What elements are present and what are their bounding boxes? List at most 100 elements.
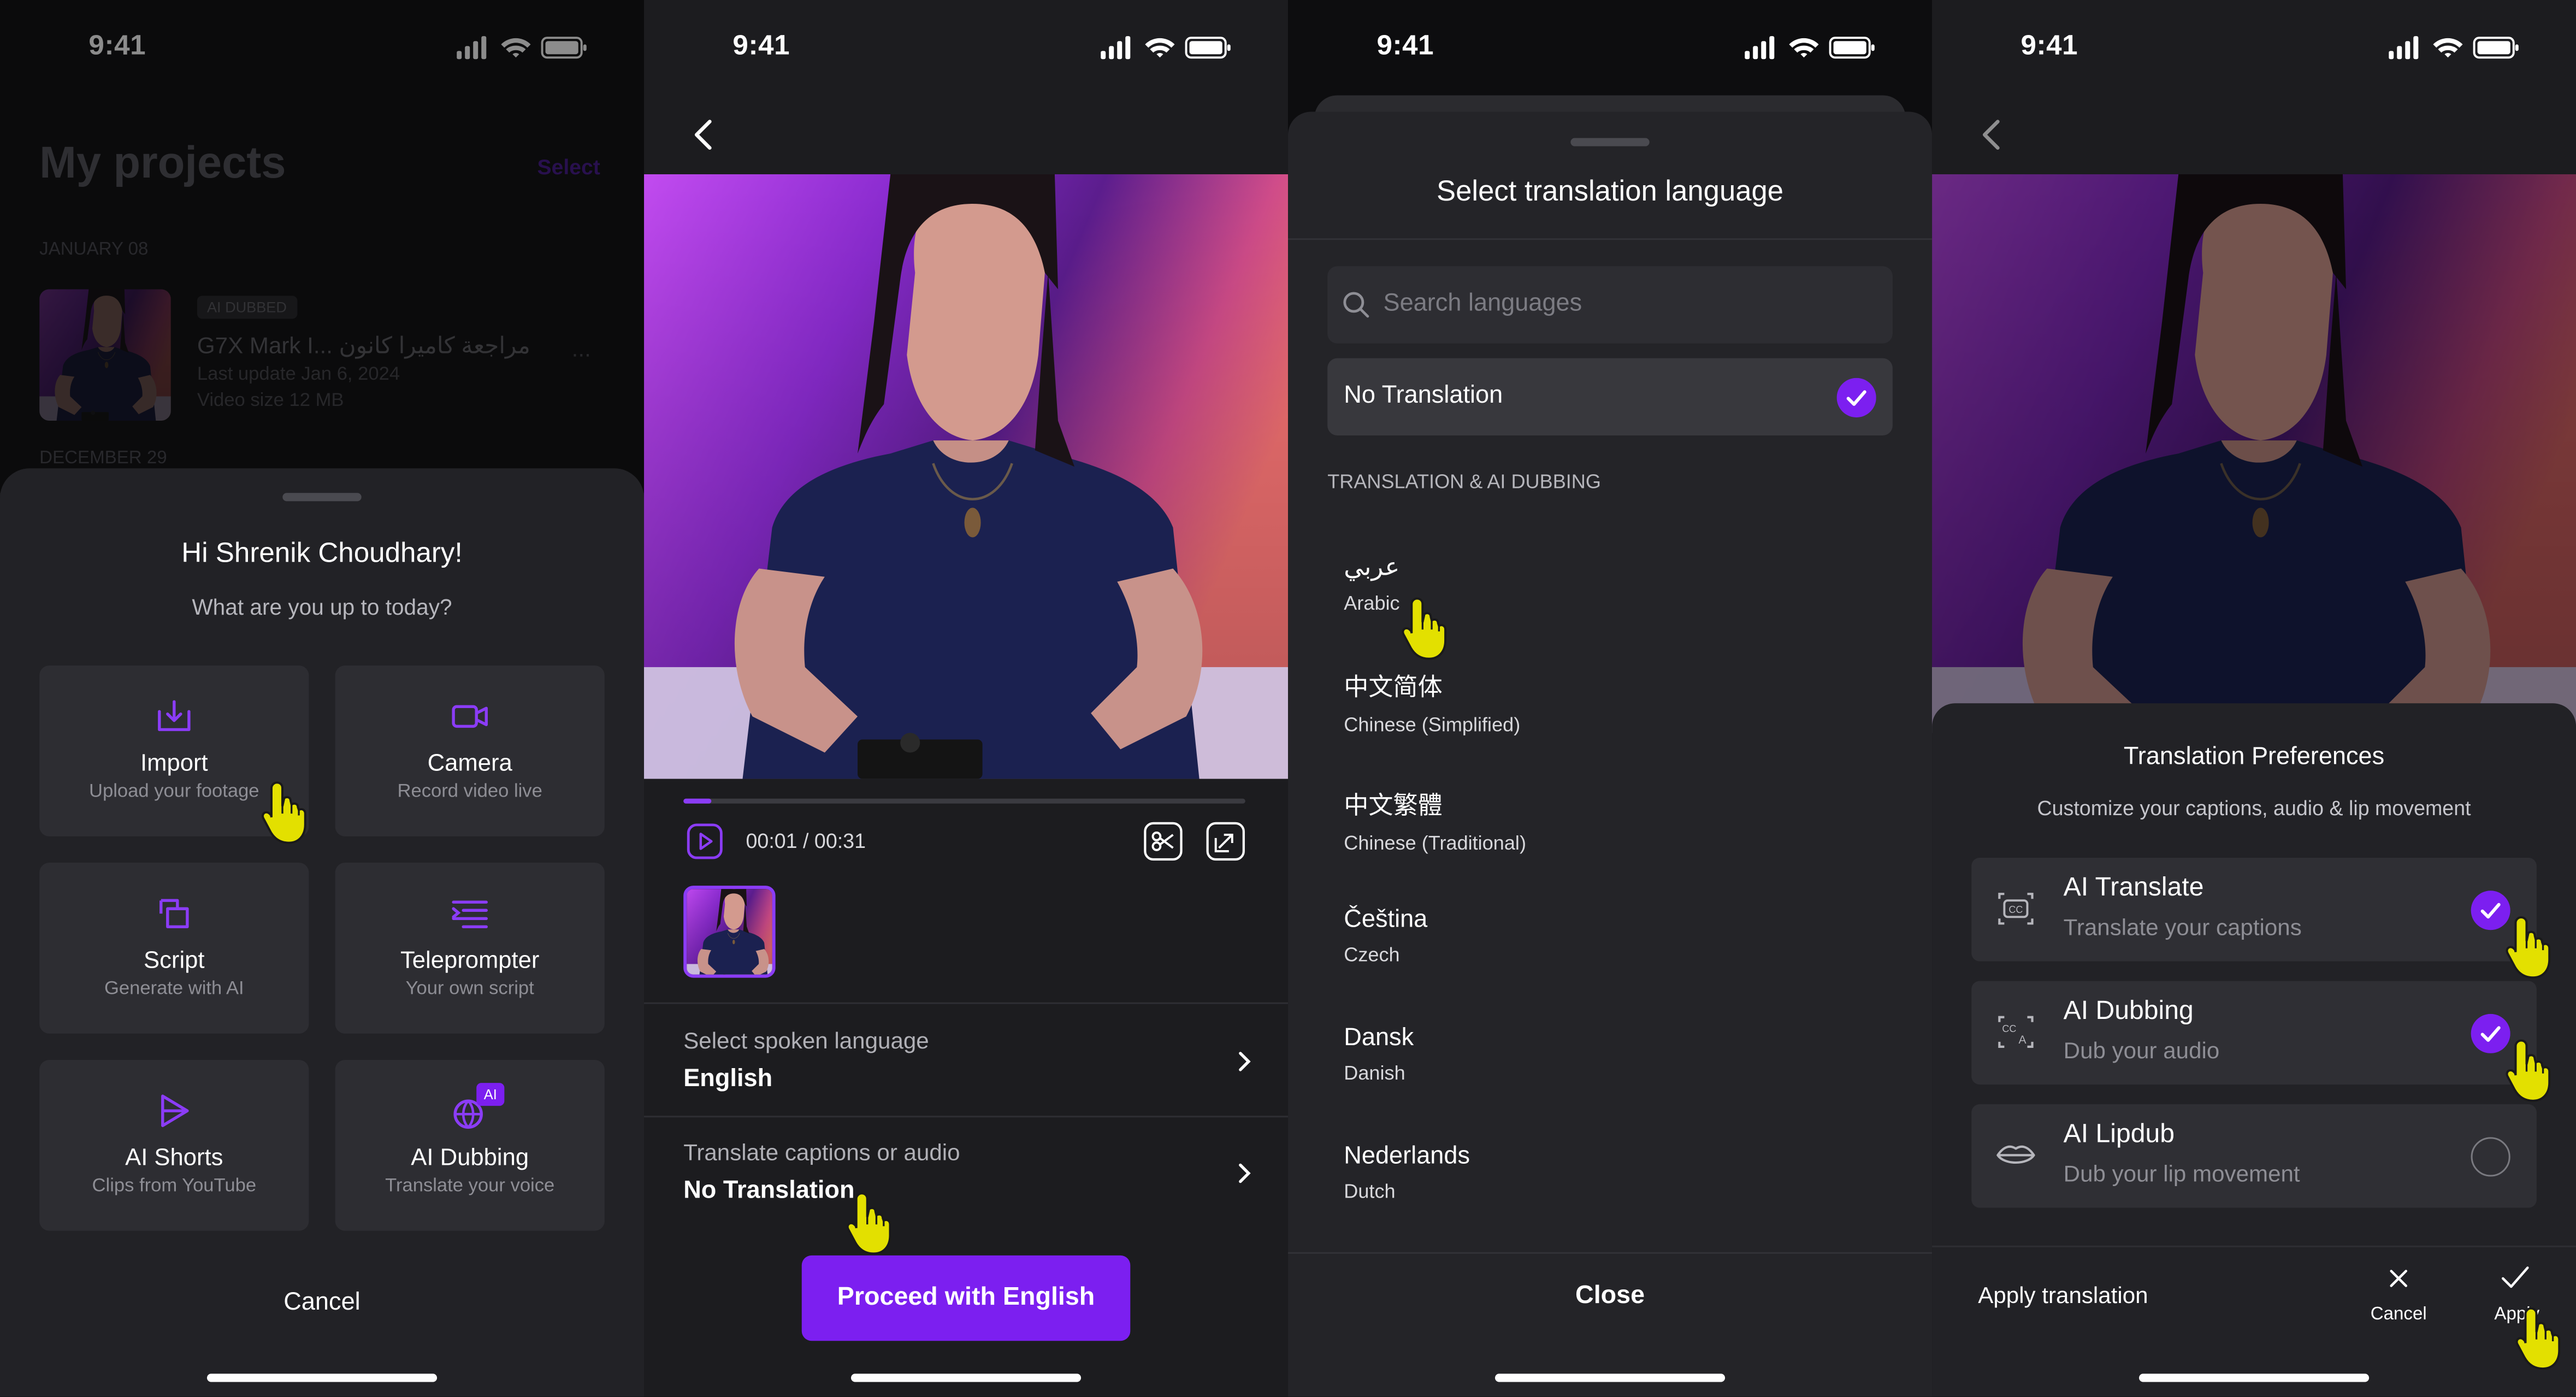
teleprompter-subtitle: Your own script (405, 979, 534, 999)
status-icons (2389, 36, 2519, 60)
ai-dubbing-option[interactable]: CC A AI Dubbing Dub your audio (1971, 981, 2537, 1085)
back-icon[interactable] (1978, 119, 2004, 151)
status-icons (1101, 36, 1231, 60)
camera-subtitle: Record video live (397, 782, 542, 802)
editor-screen: 9:41 00:01 / 00:31 Select spoken languag… (644, 0, 1289, 1397)
home-indicator (850, 1374, 1082, 1382)
lips-icon (1996, 1145, 2035, 1164)
sheet-title: Select translation language (1437, 174, 1784, 207)
sheet-subtitle: Customize your captions, audio & lip mov… (2037, 797, 2471, 820)
ai-dubbing-tile[interactable]: AI AI Dubbing Translate your voice (335, 1059, 605, 1231)
language-english: Arabic (1344, 591, 1400, 615)
option-subtitle: Translate your captions (2063, 913, 2302, 940)
spoken-language-value: English (683, 1064, 773, 1093)
search-icon (1343, 292, 1369, 318)
pointer-hand-icon (2510, 1305, 2566, 1370)
option-title: AI Dubbing (2063, 997, 2194, 1025)
language-english: Danish (1344, 1061, 1405, 1085)
script-tile[interactable]: Script Generate with AI (39, 863, 309, 1034)
language-native: عربي (1344, 553, 1400, 582)
script-icon (159, 899, 189, 929)
language-native: 中文繁體 (1344, 792, 1443, 820)
svg-text:A: A (2018, 1034, 2026, 1046)
camera-tile[interactable]: Camera Record video live (335, 665, 605, 836)
status-time: 9:41 (2020, 30, 2078, 61)
language-item-danish[interactable]: Dansk Danish (1344, 1024, 1414, 1084)
overlay-dim (0, 0, 645, 493)
search-input[interactable]: Search languages (1327, 266, 1893, 344)
option-subtitle: Dub your lip movement (2063, 1160, 2300, 1187)
camera-title: Camera (427, 751, 512, 777)
greeting-subtitle: What are you up to today? (192, 594, 452, 620)
apply-translation-label: Apply translation (1978, 1282, 2148, 1308)
language-picker-screen: 9:41 Select translation language Search … (1288, 0, 1933, 1397)
close-button[interactable]: Close (1288, 1282, 1932, 1311)
ai-translate-option[interactable]: CC AI Translate Translate your captions (1971, 858, 2537, 962)
timecode: 00:01 / 00:31 (746, 829, 866, 853)
status-bar: 9:41 (1288, 0, 1932, 95)
dub-translate-icon: CCA (1998, 1016, 2034, 1048)
pointer-hand-icon (2501, 1037, 2556, 1103)
pointer-hand-icon (256, 779, 312, 845)
sheet-handle[interactable] (1570, 138, 1650, 146)
language-item-czech[interactable]: Čeština Czech (1344, 905, 1427, 966)
no-translation-label: No Translation (1344, 381, 1503, 409)
language-native: Dansk (1344, 1023, 1414, 1052)
language-item-dutch[interactable]: Nederlands Dutch (1344, 1142, 1470, 1203)
playback-progress[interactable] (683, 798, 1245, 804)
video-preview[interactable] (644, 174, 1288, 779)
clip-thumbnail[interactable] (683, 886, 776, 978)
home-indicator (2139, 1374, 2370, 1382)
ai-dubbing-title: AI Dubbing (411, 1145, 529, 1172)
play-icon[interactable] (687, 823, 723, 859)
no-translation-option[interactable]: No Translation (1327, 358, 1893, 436)
pointer-hand-icon (2501, 913, 2556, 979)
chevron-right-icon (1239, 1163, 1251, 1183)
language-item-chinese-simplified[interactable]: 中文简体 Chinese (Simplified) (1344, 669, 1520, 736)
ai-shorts-subtitle: Clips from YouTube (92, 1176, 257, 1196)
translate-row[interactable]: Translate captions or audio No Translati… (644, 1116, 1289, 1228)
camera-icon (452, 705, 488, 728)
status-time: 9:41 (1376, 30, 1434, 61)
greeting: Hi Shrenik Choudhary! (181, 537, 463, 569)
translation-preferences-screen: 9:41 Translation Preferences Customize y… (1932, 0, 2576, 1397)
checkmark-icon (1836, 378, 1876, 417)
resize-icon[interactable] (1206, 822, 1245, 861)
captions-icon: CC (1998, 893, 2034, 925)
back-icon[interactable] (690, 119, 716, 151)
cancel-button[interactable]: Cancel (0, 1288, 644, 1316)
spoken-language-row[interactable]: Select spoken language English (644, 1002, 1289, 1115)
home-screen: 9:41 My projects Select JANUARY 08 AI DU… (0, 0, 645, 1397)
language-native: Čeština (1344, 905, 1428, 934)
ai-shorts-tile[interactable]: AI Shorts Clips from YouTube (39, 1059, 309, 1231)
pointer-hand-icon (1397, 595, 1452, 661)
cancel-button[interactable]: Cancel (2366, 1305, 2431, 1324)
language-english: Chinese (Traditional) (1344, 831, 1526, 855)
status-bar: 9:41 (644, 0, 1288, 95)
check-icon[interactable] (2501, 1265, 2530, 1290)
language-english: Dutch (1344, 1180, 1396, 1203)
translate-value: No Translation (683, 1176, 855, 1205)
status-icons (1745, 36, 1875, 60)
sheet-handle[interactable] (282, 493, 362, 502)
script-title: Script (144, 948, 205, 975)
language-native: Nederlands (1344, 1142, 1470, 1170)
language-item-arabic[interactable]: عربي Arabic (1344, 552, 1399, 615)
proceed-button[interactable]: Proceed with English (801, 1255, 1131, 1341)
shorts-icon (161, 1094, 189, 1127)
close-icon[interactable] (2389, 1269, 2408, 1288)
teleprompter-tile[interactable]: Teleprompter Your own script (335, 863, 605, 1034)
language-english: Chinese (Simplified) (1344, 713, 1521, 736)
translate-label: Translate captions or audio (683, 1139, 960, 1165)
ai-lipdub-option[interactable]: AI Lipdub Dub your lip movement (1971, 1104, 2537, 1208)
scissors-icon[interactable] (1143, 822, 1183, 861)
language-item-chinese-traditional[interactable]: 中文繁體 Chinese (Traditional) (1344, 787, 1526, 854)
radio-unchecked[interactable] (2471, 1137, 2510, 1177)
svg-text:CC: CC (2008, 904, 2023, 915)
pointer-hand-icon (841, 1190, 897, 1255)
home-indicator (1495, 1374, 1726, 1382)
divider (1932, 1245, 2576, 1247)
preferences-sheet: Translation Preferences Customize your c… (1932, 703, 2576, 1397)
import-title: Import (140, 751, 208, 777)
teleprompter-title: Teleprompter (400, 948, 540, 975)
